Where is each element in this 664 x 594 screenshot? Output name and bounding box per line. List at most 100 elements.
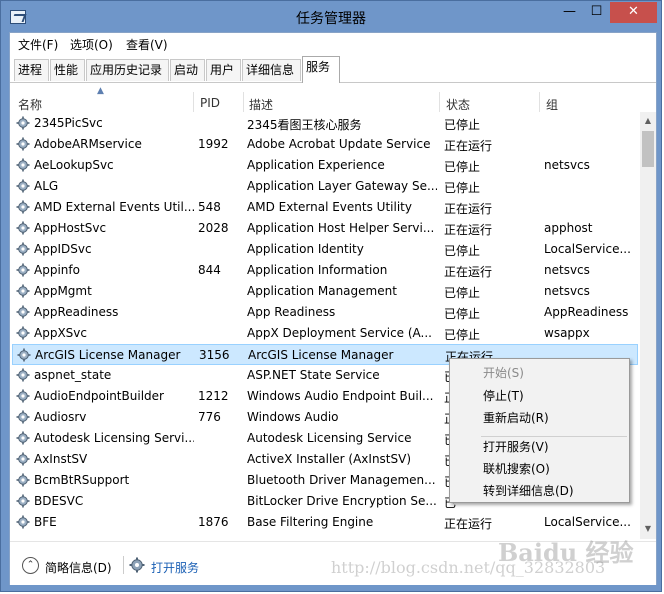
service-status: 已停止 — [444, 118, 481, 132]
service-description: ASP.NET State Service — [247, 368, 380, 382]
table-row[interactable]: AdobeARMservice 1992 Adobe Acrobat Update … — [12, 134, 638, 155]
menu-item-search-online[interactable]: 联机搜索(O) — [483, 460, 550, 477]
scroll-thumb[interactable] — [642, 131, 654, 167]
service-gear-icon — [17, 348, 31, 362]
service-gear-icon — [16, 326, 30, 340]
menu-item-start[interactable]: 开始(S) — [483, 364, 524, 381]
service-group: AppReadiness — [544, 305, 629, 319]
service-name: AxInstSV — [34, 452, 88, 466]
table-row[interactable]: AppHostSvc 2028 Application Host Helper Se… — [12, 218, 638, 239]
scroll-down-arrow-icon[interactable]: ▼ — [640, 520, 656, 537]
table-row[interactable]: AppReadiness App Readiness 已停止 AppReadiness — [12, 302, 638, 323]
service-pid: 2028 — [198, 221, 229, 235]
column-header-pid[interactable]: PID — [200, 96, 220, 110]
column-divider[interactable] — [193, 92, 194, 112]
service-gear-icon — [16, 410, 30, 424]
service-name: ArcGIS License Manager — [35, 348, 181, 362]
service-status: 已停止 — [444, 244, 481, 258]
menu-file[interactable]: 文件(F) — [18, 36, 58, 53]
service-description: Bluetooth Driver Managemen... — [247, 473, 436, 487]
menu-item-open-services[interactable]: 打开服务(V) — [483, 438, 549, 455]
column-header-group[interactable]: 组 — [546, 96, 558, 113]
table-row[interactable]: AMD External Events Util... 548 AMD Extern… — [12, 197, 638, 218]
menu-item-stop[interactable]: 停止(T) — [483, 387, 524, 404]
table-row[interactable]: Appinfo 844 Application Information 正在运行 net… — [12, 260, 638, 281]
service-name: AppIDSvc — [34, 242, 92, 256]
less-details-link[interactable]: 简略信息(D) — [45, 559, 112, 576]
service-name: AppHostSvc — [34, 221, 107, 235]
tab-services[interactable]: 服务 — [302, 56, 340, 83]
service-pid: 1212 — [198, 389, 229, 403]
menu-separator — [481, 436, 627, 437]
service-description: Application Information — [247, 263, 388, 277]
service-status: 已停止 — [444, 286, 481, 300]
service-status: 已停止 — [444, 160, 481, 174]
tab-processes[interactable]: 进程 — [14, 59, 49, 81]
service-description: AMD External Events Utility — [247, 200, 412, 214]
table-row[interactable]: BFE 1876 Base Filtering Engine 正在运行 LocalSer… — [12, 512, 638, 533]
tab-details[interactable]: 详细信息 — [242, 59, 301, 81]
service-description: Adobe Acrobat Update Service — [247, 137, 431, 151]
service-status: 已停止 — [444, 181, 481, 195]
menu-item-restart[interactable]: 重新启动(R) — [483, 409, 549, 426]
services-gear-icon[interactable] — [129, 557, 145, 573]
table-row[interactable]: ALG Application Layer Gateway Se... 已停止 — [12, 176, 638, 197]
service-name: BcmBtRSupport — [34, 473, 130, 487]
table-row[interactable]: AppXSvc AppX Deployment Service (A... 已停止 w… — [12, 323, 638, 344]
table-row[interactable]: 2345PicSvc 2345看图王核心服务 已停止 — [12, 113, 638, 134]
tab-startup[interactable]: 启动 — [170, 59, 205, 81]
title-bar[interactable]: 任务管理器 — ☐ ✕ — [1, 1, 661, 32]
service-description: ActiveX Installer (AxInstSV) — [247, 452, 412, 466]
column-header-name[interactable]: 名称 — [18, 96, 42, 113]
close-button[interactable]: ✕ — [610, 2, 657, 23]
service-name: AMD External Events Util... — [34, 200, 194, 214]
service-status: 正在运行 — [444, 223, 493, 237]
table-row[interactable]: AppMgmt Application Management 已停止 netsvcs — [12, 281, 638, 302]
menu-options[interactable]: 选项(O) — [70, 36, 113, 53]
tab-performance[interactable]: 性能 — [50, 59, 85, 81]
open-services-link[interactable]: 打开服务 — [151, 559, 199, 576]
table-row[interactable]: AeLookupSvc Application Experience 已停止 nets… — [12, 155, 638, 176]
tab-app-history[interactable]: 应用历史记录 — [86, 59, 169, 81]
tab-users[interactable]: 用户 — [206, 59, 241, 81]
column-header-description[interactable]: 描述 — [249, 96, 273, 113]
service-status: 正在运行 — [444, 517, 493, 531]
service-name: AppMgmt — [34, 284, 92, 298]
service-gear-icon — [16, 158, 30, 172]
service-name: Audiosrv — [34, 410, 87, 424]
column-header-status[interactable]: 状态 — [446, 96, 470, 113]
url-watermark: http://blog.csdn.net/qq_32832803 — [331, 558, 606, 577]
table-row[interactable]: AppIDSvc Application Identity 已停止 LocalServ… — [12, 239, 638, 260]
service-group: LocalService... — [544, 242, 631, 256]
task-manager-window: 任务管理器 — ☐ ✕ 文件(F) 选项(O) 查看(V) 进程 性能 应用历史… — [0, 0, 662, 592]
service-name: AdobeARMservice — [34, 137, 142, 151]
service-description: BitLocker Drive Encryption Se... — [247, 494, 437, 508]
service-gear-icon — [16, 431, 30, 445]
service-description: Base Filtering Engine — [247, 515, 374, 529]
service-gear-icon — [16, 284, 30, 298]
service-description: Autodesk Licensing Service — [247, 431, 412, 445]
minimize-button[interactable]: — — [556, 2, 583, 23]
menu-item-go-to-details[interactable]: 转到详细信息(D) — [483, 482, 574, 499]
context-menu: 开始(S) 停止(T) 重新启动(R) 打开服务(V) 联机搜索(O) 转到详细… — [449, 358, 630, 503]
service-name: AppReadiness — [34, 305, 119, 319]
scroll-up-arrow-icon[interactable]: ▲ — [640, 112, 656, 129]
table-header: ▲ 名称 PID 描述 状态 组 — [10, 84, 640, 112]
service-name: Appinfo — [34, 263, 80, 277]
service-pid: 1876 — [198, 515, 229, 529]
column-divider[interactable] — [439, 92, 440, 112]
service-status: 正在运行 — [444, 202, 493, 216]
maximize-button[interactable]: ☐ — [583, 2, 610, 23]
service-group: netsvcs — [544, 284, 590, 298]
service-pid: 548 — [198, 200, 221, 214]
column-divider[interactable] — [539, 92, 540, 112]
sort-ascending-icon: ▲ — [97, 86, 104, 96]
column-divider[interactable] — [243, 92, 244, 112]
service-pid: 1992 — [198, 137, 229, 151]
service-description: Application Experience — [247, 158, 385, 172]
service-group: wsappx — [544, 326, 590, 340]
chevron-up-icon[interactable]: ⌃ — [22, 557, 39, 574]
menu-view[interactable]: 查看(V) — [126, 36, 168, 53]
vertical-scrollbar[interactable]: ▲ ▼ — [640, 112, 656, 539]
service-description: Application Identity — [247, 242, 364, 256]
